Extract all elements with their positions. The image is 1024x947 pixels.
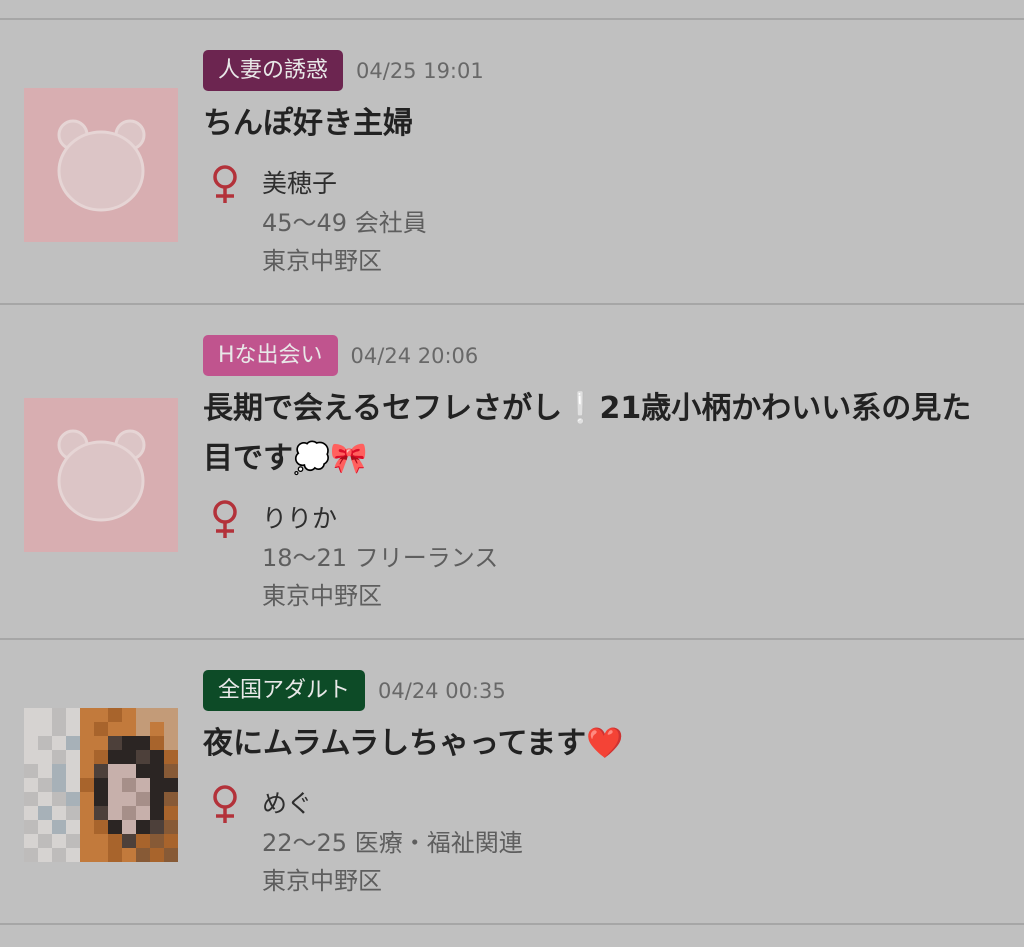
bear-placeholder-icon — [24, 398, 178, 552]
location: 東京中野区 — [262, 867, 382, 895]
poster-name: りりか — [262, 504, 338, 533]
location: 東京中野区 — [262, 247, 382, 275]
female-icon — [203, 164, 262, 204]
poster-name: 美穂子 — [262, 169, 338, 198]
poster-name: めぐ — [262, 789, 313, 818]
category-tag[interactable]: Hな出会い — [203, 335, 338, 376]
age-occupation: 45〜49 会社員 — [262, 209, 427, 237]
user-photo — [24, 708, 178, 862]
female-icon — [203, 784, 262, 824]
post-item[interactable]: 全国アダルト 04/24 00:35 夜にムラムラしちゃってます❤️ めぐ 22… — [0, 640, 1024, 925]
location: 東京中野区 — [262, 582, 382, 610]
post-date: 04/24 20:06 — [350, 343, 479, 368]
female-icon — [203, 499, 262, 539]
post-meta: Hな出会い 04/24 20:06 — [203, 335, 1024, 376]
post-date: 04/25 19:01 — [356, 58, 484, 83]
category-tag[interactable]: 全国アダルト — [203, 670, 366, 711]
age-occupation: 22〜25 医療・福祉関連 — [262, 829, 523, 857]
post-meta: 全国アダルト 04/24 00:35 — [203, 670, 1024, 711]
category-tag[interactable]: 人妻の誘惑 — [203, 50, 344, 91]
age-occupation: 18〜21 フリーランス — [262, 544, 499, 572]
post-date: 04/24 00:35 — [378, 678, 506, 703]
post-item[interactable]: Hな出会い 04/24 20:06 長期で会えるセフレさがし❕21歳小柄かわいい… — [0, 305, 1024, 640]
post-title: 長期で会えるセフレさがし❕21歳小柄かわいい系の見た目です💭🎀 — [203, 391, 972, 476]
post-title: 夜にムラムラしちゃってます❤️ — [203, 726, 624, 761]
bear-placeholder-icon — [24, 88, 178, 242]
post-title: ちんぽ好き主婦 — [203, 106, 413, 141]
post-body: 全国アダルト 04/24 00:35 夜にムラムラしちゃってます❤️ めぐ 22… — [203, 670, 1024, 900]
post-meta: 人妻の誘惑 04/25 19:01 — [203, 50, 1024, 91]
post-item[interactable]: 人妻の誘惑 04/25 19:01 ちんぽ好き主婦 美穂子 45〜49 会社員 … — [0, 20, 1024, 305]
post-body: Hな出会い 04/24 20:06 長期で会えるセフレさがし❕21歳小柄かわいい… — [203, 335, 1024, 615]
post-body: 人妻の誘惑 04/25 19:01 ちんぽ好き主婦 美穂子 45〜49 会社員 … — [203, 50, 1024, 280]
post-list: 人妻の誘惑 04/25 19:01 ちんぽ好き主婦 美穂子 45〜49 会社員 … — [0, 18, 1024, 925]
poster-info: りりか — [203, 499, 1024, 539]
poster-info: 美穂子 — [203, 164, 1024, 204]
poster-info: めぐ — [203, 784, 1024, 824]
